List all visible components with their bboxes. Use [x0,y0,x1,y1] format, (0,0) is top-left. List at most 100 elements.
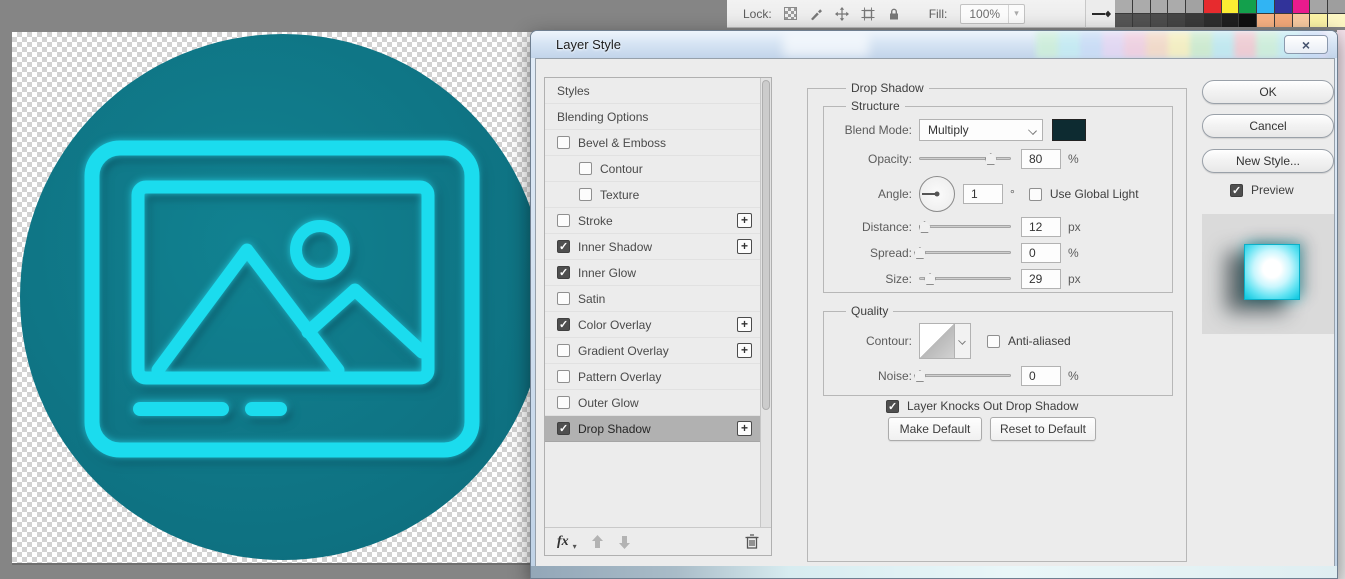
mini-panel[interactable] [1085,0,1115,28]
style-checkbox[interactable] [557,266,570,279]
swatch[interactable] [1204,0,1221,13]
style-item-outer-glow[interactable]: Outer Glow [545,390,760,416]
use-global-light-checkbox[interactable] [1029,188,1042,201]
swatch[interactable] [1310,0,1327,13]
noise-slider-thumb[interactable] [914,370,926,382]
noise-input[interactable]: 0 [1021,366,1061,386]
size-slider-thumb[interactable] [924,273,936,285]
style-item-inner-shadow[interactable]: Inner Shadow+ [545,234,760,260]
style-item-satin[interactable]: Satin [545,286,760,312]
blend-mode-select[interactable]: Multiply [919,119,1043,141]
noise-slider[interactable] [919,369,1011,383]
swatch[interactable] [1115,14,1132,27]
delete-effect-icon[interactable] [745,534,759,549]
style-item-texture[interactable]: Texture [545,182,760,208]
style-item-contour[interactable]: Contour [545,156,760,182]
shadow-color-swatch[interactable] [1052,119,1086,141]
swatch[interactable] [1275,0,1292,13]
angle-dial[interactable] [919,176,955,212]
swatch[interactable] [1310,14,1327,27]
make-default-button[interactable]: Make Default [888,417,982,441]
style-checkbox[interactable] [557,214,570,227]
style-checkbox[interactable] [557,292,570,305]
move-effect-down-icon[interactable] [618,535,631,549]
swatch[interactable] [1239,14,1256,27]
anti-aliased-checkbox[interactable] [987,335,1000,348]
lock-pixels-icon[interactable] [809,6,824,21]
swatch[interactable] [1222,14,1239,27]
style-item-stroke[interactable]: Stroke+ [545,208,760,234]
swatch[interactable] [1151,14,1168,27]
styles-list-scrollbar[interactable] [760,78,771,527]
duplicate-effect-button[interactable]: + [737,421,752,436]
style-checkbox[interactable] [557,344,570,357]
swatch[interactable] [1133,14,1150,27]
layer-knockout-checkbox[interactable] [886,400,899,413]
style-item-pattern-overlay[interactable]: Pattern Overlay [545,364,760,390]
style-item-blending-options[interactable]: Blending Options [545,104,760,130]
style-item-gradient-overlay[interactable]: Gradient Overlay+ [545,338,760,364]
swatch[interactable] [1186,0,1203,13]
fill-dropdown[interactable]: 100% ▾ [960,4,1025,24]
size-slider[interactable] [919,272,1011,286]
duplicate-effect-button[interactable]: + [737,317,752,332]
spread-slider-thumb[interactable] [914,247,926,259]
swatch[interactable] [1328,0,1345,13]
style-checkbox[interactable] [557,396,570,409]
angle-input[interactable]: 1 [963,184,1003,204]
dialog-titlebar[interactable] [531,31,1337,58]
swatch[interactable] [1239,0,1256,13]
style-checkbox[interactable] [557,370,570,383]
style-checkbox[interactable] [557,136,570,149]
fx-menu-button[interactable]: fx [557,534,569,550]
style-item-bevel-emboss[interactable]: Bevel & Emboss [545,130,760,156]
ok-button[interactable]: OK [1202,80,1334,104]
swatch[interactable] [1257,14,1274,27]
style-item-color-overlay[interactable]: Color Overlay+ [545,312,760,338]
distance-input[interactable]: 12 [1021,217,1061,237]
swatch[interactable] [1168,0,1185,13]
swatch[interactable] [1186,14,1203,27]
style-item-styles[interactable]: Styles [545,78,760,104]
lock-transparency-icon[interactable] [783,6,798,21]
spread-input[interactable]: 0 [1021,243,1061,263]
scrollbar-thumb[interactable] [762,80,770,410]
preview-checkbox[interactable] [1230,184,1243,197]
contour-dropdown-button[interactable] [955,323,971,359]
style-checkbox[interactable] [557,422,570,435]
swatch[interactable] [1328,14,1345,27]
spread-slider[interactable] [919,246,1011,260]
new-style-button[interactable]: New Style... [1202,149,1334,173]
opacity-slider[interactable] [919,152,1011,166]
distance-slider-thumb[interactable] [919,221,931,233]
distance-slider[interactable] [919,220,1011,234]
swatch[interactable] [1293,0,1310,13]
opacity-slider-thumb[interactable] [985,153,997,165]
close-button[interactable]: × [1284,35,1328,54]
style-item-drop-shadow[interactable]: Drop Shadow+ [545,416,760,442]
swatch[interactable] [1293,14,1310,27]
swatch[interactable] [1133,0,1150,13]
style-checkbox[interactable] [579,188,592,201]
reset-to-default-button[interactable]: Reset to Default [990,417,1096,441]
swatch[interactable] [1151,0,1168,13]
swatch[interactable] [1168,14,1185,27]
duplicate-effect-button[interactable]: + [737,343,752,358]
style-checkbox[interactable] [557,318,570,331]
cancel-button[interactable]: Cancel [1202,114,1334,138]
duplicate-effect-button[interactable]: + [737,213,752,228]
lock-all-icon[interactable] [887,6,902,21]
opacity-input[interactable]: 80 [1021,149,1061,169]
size-input[interactable]: 29 [1021,269,1061,289]
move-effect-up-icon[interactable] [591,535,604,549]
style-item-inner-glow[interactable]: Inner Glow [545,260,760,286]
duplicate-effect-button[interactable]: + [737,239,752,254]
contour-picker[interactable] [919,323,955,359]
lock-artboard-icon[interactable] [861,6,876,21]
swatch[interactable] [1204,14,1221,27]
style-checkbox[interactable] [557,240,570,253]
swatch[interactable] [1222,0,1239,13]
lock-position-icon[interactable] [835,6,850,21]
swatch[interactable] [1257,0,1274,13]
style-checkbox[interactable] [579,162,592,175]
